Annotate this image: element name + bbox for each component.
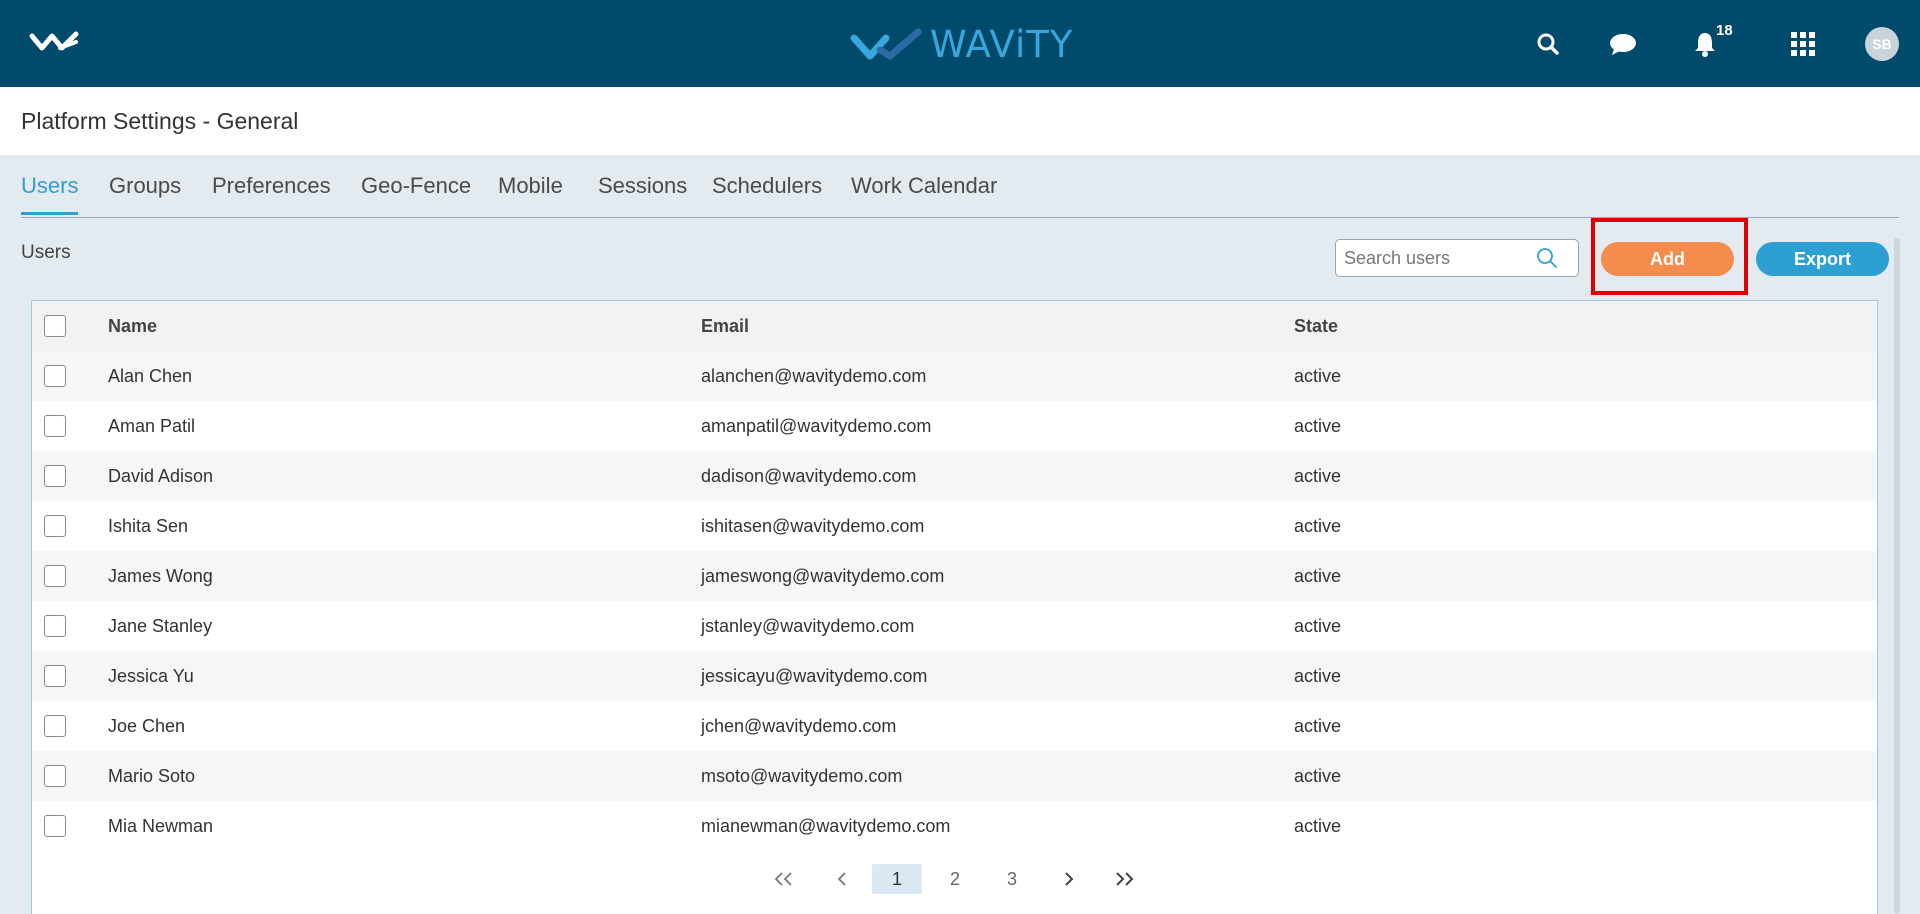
user-state: active [1294, 466, 1342, 486]
table-row[interactable]: Jessica Yu jessicayu@wavitydemo.com acti… [32, 651, 1877, 701]
user-name: Mia Newman [108, 816, 214, 836]
user-email: jessicayu@wavitydemo.com [701, 666, 928, 686]
search-icon[interactable] [1532, 28, 1564, 60]
top-header-bar: WAViTY 18 SB [0, 0, 1920, 87]
column-header-state[interactable]: State [1294, 316, 1338, 337]
next-page-icon[interactable] [1054, 864, 1084, 894]
prev-page-icon[interactable] [827, 864, 857, 894]
user-email: amanpatil@wavitydemo.com [701, 416, 932, 436]
table-row[interactable]: Ishita Sen ishitasen@wavitydemo.com acti… [32, 501, 1877, 551]
title-bar: Platform Settings - General [0, 87, 1920, 155]
user-email: mianewman@wavitydemo.com [701, 816, 951, 836]
logo-small-icon[interactable] [28, 28, 88, 58]
column-header-email[interactable]: Email [701, 316, 749, 337]
brand-logo[interactable]: WAViTY [850, 22, 1074, 66]
user-name: James Wong [108, 566, 213, 586]
user-name: David Adison [108, 466, 214, 486]
page-1[interactable]: 1 [872, 864, 922, 894]
first-page-icon[interactable] [766, 864, 802, 894]
user-state: active [1294, 766, 1342, 786]
user-name: Mario Soto [108, 766, 196, 786]
search-input[interactable] [1344, 240, 1544, 276]
user-name: Jane Stanley [108, 616, 213, 636]
table-row[interactable]: Alan Chen alanchen@wavitydemo.com active [32, 351, 1877, 401]
row-checkbox[interactable] [44, 465, 66, 487]
brand-name: WAViTY [930, 22, 1074, 66]
user-state: active [1294, 416, 1342, 436]
user-state: active [1294, 816, 1342, 836]
row-checkbox[interactable] [44, 565, 66, 587]
tab-users[interactable]: Users [21, 173, 79, 215]
row-checkbox[interactable] [44, 665, 66, 687]
column-header-name[interactable]: Name [108, 316, 157, 337]
table-header: Name Email State [32, 301, 1877, 351]
row-checkbox[interactable] [44, 615, 66, 637]
settings-tabs: Users Groups Preferences Geo-Fence Mobil… [21, 155, 1899, 218]
users-table: Name Email State Alan Chen alanchen@wavi… [31, 300, 1878, 914]
user-state: active [1294, 566, 1342, 586]
table-row[interactable]: Jane Stanley jstanley@wavitydemo.com act… [32, 601, 1877, 651]
user-email: ishitasen@wavitydemo.com [701, 516, 925, 536]
user-name: Aman Patil [108, 416, 196, 436]
export-button[interactable]: Export [1756, 242, 1889, 276]
select-all-checkbox[interactable] [44, 315, 66, 337]
row-checkbox[interactable] [44, 515, 66, 537]
tab-groups[interactable]: Groups [109, 173, 181, 199]
user-email: jstanley@wavitydemo.com [701, 616, 915, 636]
user-state: active [1294, 616, 1342, 636]
row-checkbox[interactable] [44, 815, 66, 837]
user-name: Ishita Sen [108, 516, 189, 536]
table-row[interactable]: Joe Chen jchen@wavitydemo.com active [32, 701, 1877, 751]
row-checkbox[interactable] [44, 715, 66, 737]
table-row[interactable]: James Wong jameswong@wavitydemo.com acti… [32, 551, 1877, 601]
last-page-icon[interactable] [1106, 864, 1142, 894]
page-2[interactable]: 2 [940, 864, 970, 894]
row-checkbox[interactable] [44, 765, 66, 787]
user-email: jchen@wavitydemo.com [701, 716, 897, 736]
table-row[interactable]: Aman Patil amanpatil@wavitydemo.com acti… [32, 401, 1877, 451]
user-email: msoto@wavitydemo.com [701, 766, 903, 786]
avatar[interactable]: SB [1865, 27, 1899, 61]
section-title: Users [21, 242, 71, 263]
user-name: Alan Chen [108, 366, 193, 386]
tab-geo-fence[interactable]: Geo-Fence [361, 173, 471, 199]
user-state: active [1294, 666, 1342, 686]
user-state: active [1294, 516, 1342, 536]
table-row[interactable]: Mario Soto msoto@wavitydemo.com active [32, 751, 1877, 801]
tab-mobile[interactable]: Mobile [498, 173, 563, 199]
table-row[interactable]: David Adison dadison@wavitydemo.com acti… [32, 451, 1877, 501]
user-state: active [1294, 716, 1342, 736]
add-button[interactable]: Add [1601, 242, 1734, 276]
tab-preferences[interactable]: Preferences [212, 173, 331, 199]
user-state: active [1294, 366, 1342, 386]
notification-count: 18 [1716, 22, 1733, 39]
chat-icon[interactable] [1607, 28, 1639, 60]
page-3[interactable]: 3 [997, 864, 1027, 894]
row-checkbox[interactable] [44, 365, 66, 387]
search-icon[interactable] [1536, 247, 1558, 269]
page-title: Platform Settings - General [21, 108, 299, 134]
table-row[interactable]: Mia Newman mianewman@wavitydemo.com acti… [32, 801, 1877, 851]
brand-mark-icon [850, 28, 922, 60]
tab-schedulers[interactable]: Schedulers [712, 173, 822, 199]
user-email: alanchen@wavitydemo.com [701, 366, 927, 386]
tab-work-calendar[interactable]: Work Calendar [851, 173, 997, 199]
user-name: Joe Chen [108, 716, 186, 736]
user-email: dadison@wavitydemo.com [701, 466, 917, 486]
user-email: jameswong@wavitydemo.com [701, 566, 945, 586]
pagination: 1 2 3 [32, 863, 1877, 903]
apps-grid-icon[interactable] [1787, 28, 1819, 60]
user-name: Jessica Yu [108, 666, 194, 686]
row-checkbox[interactable] [44, 415, 66, 437]
tab-sessions[interactable]: Sessions [598, 173, 687, 199]
page-scrollbar[interactable] [1894, 238, 1900, 914]
